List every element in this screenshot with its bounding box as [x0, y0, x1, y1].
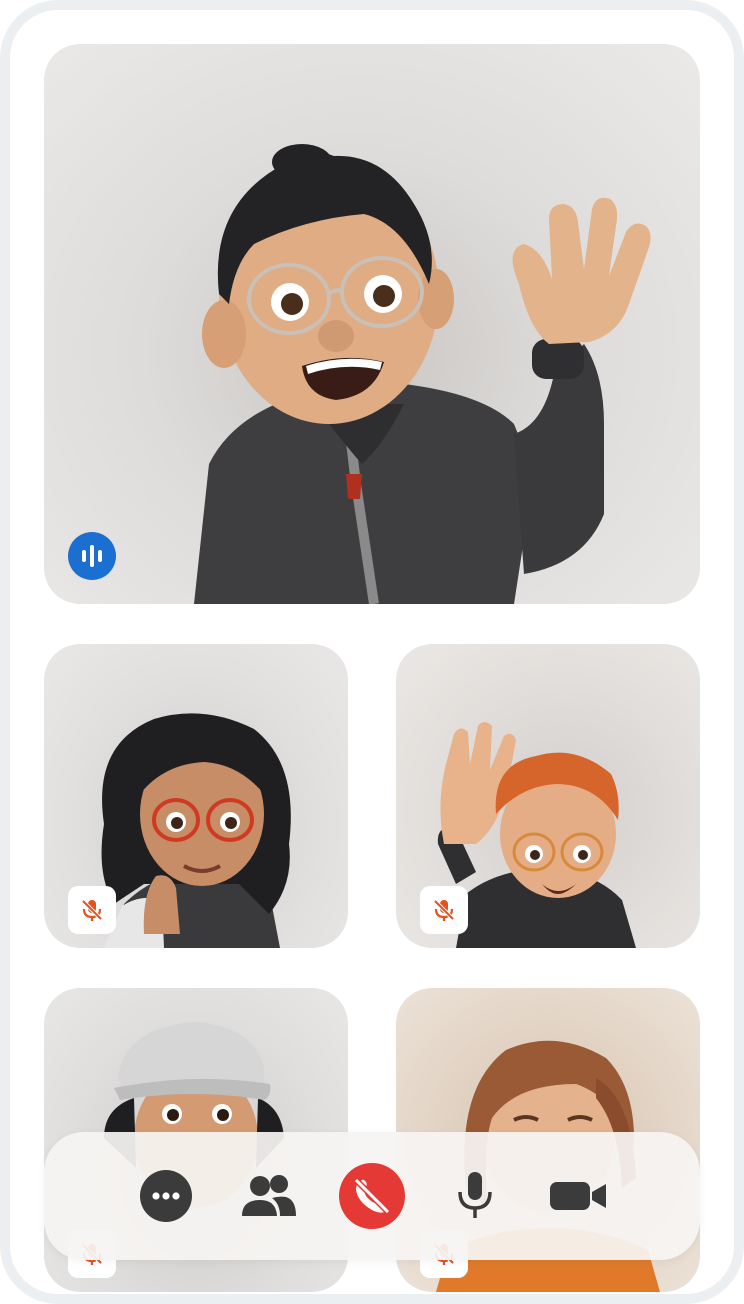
end-call-button[interactable]	[338, 1162, 406, 1230]
audio-waveform-icon	[82, 545, 102, 567]
more-options-icon	[140, 1170, 192, 1222]
camera-button[interactable]	[544, 1162, 612, 1230]
participant-tile-main[interactable]	[44, 44, 700, 604]
video-camera-icon	[550, 1182, 606, 1210]
participants-button[interactable]	[235, 1162, 303, 1230]
muted-indicator	[420, 886, 468, 934]
participant-tile[interactable]	[396, 644, 700, 948]
microphone-icon	[458, 1172, 492, 1218]
more-options-button[interactable]	[132, 1162, 200, 1230]
call-controls-bar	[44, 1132, 700, 1260]
participant-tile[interactable]	[44, 644, 348, 948]
device-frame	[0, 0, 744, 1304]
mic-off-icon	[433, 899, 455, 921]
memoji-man-waving-hoodie-icon	[194, 144, 651, 604]
mic-off-icon	[81, 899, 103, 921]
microphone-button[interactable]	[441, 1162, 509, 1230]
muted-indicator	[68, 886, 116, 934]
end-call-icon	[339, 1163, 405, 1229]
speaking-indicator	[68, 532, 116, 580]
people-icon	[242, 1175, 296, 1216]
